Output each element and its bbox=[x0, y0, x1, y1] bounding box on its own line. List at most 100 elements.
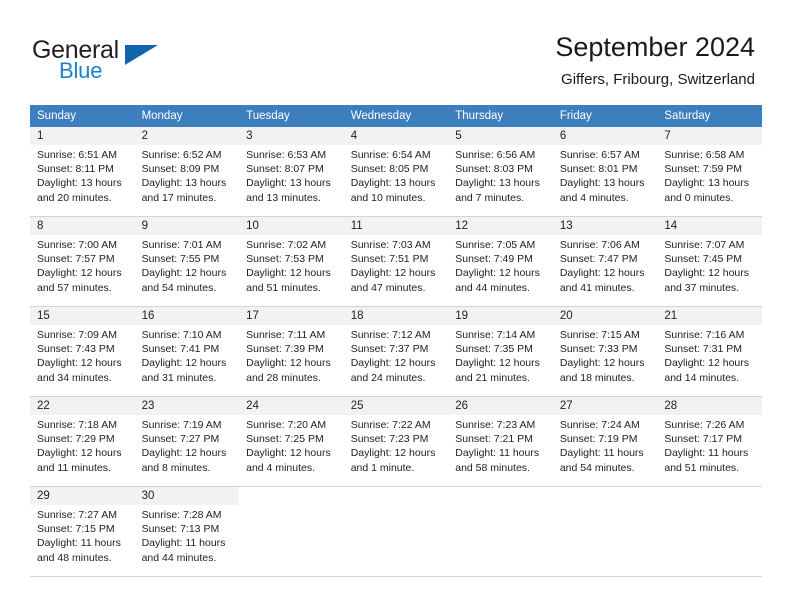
day-number: 2 bbox=[134, 127, 240, 145]
day-details: Sunrise: 7:23 AM Sunset: 7:21 PM Daylight:… bbox=[448, 415, 553, 475]
sunrise-text: Sunrise: 7:18 AM bbox=[37, 419, 117, 431]
calendar-day-cell[interactable]: 24 Sunrise: 7:20 AM Sunset: 7:25 PM Dayligh… bbox=[239, 396, 344, 487]
day-number bbox=[448, 487, 553, 505]
sunset-text: Sunset: 7:39 PM bbox=[246, 343, 324, 356]
daylight-text-line2: and 54 minutes. bbox=[141, 281, 217, 294]
day-details: Sunrise: 7:15 AM Sunset: 7:33 PM Daylight:… bbox=[553, 325, 658, 385]
calendar-day-cell[interactable]: 6 Sunrise: 6:57 AM Sunset: 8:01 PM Daylight… bbox=[552, 127, 658, 217]
calendar-day-cell[interactable]: 12 Sunrise: 7:05 AM Sunset: 7:49 PM Dayligh… bbox=[448, 216, 553, 307]
sunset-text: Sunset: 7:15 PM bbox=[37, 523, 115, 536]
weekday-header-wednesday: Wednesday bbox=[343, 105, 449, 127]
calendar-day-cell[interactable]: 7 Sunrise: 6:58 AM Sunset: 7:59 PM Daylight… bbox=[657, 127, 762, 217]
calendar-day-cell[interactable]: 11 Sunrise: 7:03 AM Sunset: 7:51 PM Dayligh… bbox=[343, 216, 449, 307]
day-number: 25 bbox=[343, 397, 449, 415]
sunrise-text: Sunrise: 6:54 AM bbox=[350, 149, 431, 161]
day-details: Sunrise: 7:00 AM Sunset: 7:57 PM Daylight:… bbox=[30, 235, 135, 295]
sunset-text: Sunset: 8:01 PM bbox=[559, 163, 638, 176]
day-number: 22 bbox=[30, 397, 135, 415]
daylight-text-line2: and 58 minutes. bbox=[455, 461, 530, 474]
calendar-day-cell[interactable]: 25 Sunrise: 7:22 AM Sunset: 7:23 PM Dayligh… bbox=[343, 396, 449, 487]
sunset-text: Sunset: 7:37 PM bbox=[350, 343, 429, 356]
daylight-text-line1: Daylight: 12 hours bbox=[350, 267, 436, 280]
calendar-day-cell[interactable]: 2 Sunrise: 6:52 AM Sunset: 8:09 PM Daylight… bbox=[134, 127, 240, 217]
calendar-day-cell[interactable]: 30 Sunrise: 7:28 AM Sunset: 7:13 PM Dayligh… bbox=[134, 486, 240, 577]
calendar-day-cell[interactable]: 23 Sunrise: 7:19 AM Sunset: 7:27 PM Dayligh… bbox=[134, 396, 240, 487]
sunrise-text: Sunrise: 6:57 AM bbox=[559, 149, 640, 161]
sunset-text: Sunset: 7:47 PM bbox=[559, 253, 638, 266]
daylight-text-line1: Daylight: 12 hours bbox=[664, 267, 750, 280]
calendar-day-cell[interactable]: 13 Sunrise: 7:06 AM Sunset: 7:47 PM Dayligh… bbox=[552, 216, 658, 307]
calendar-day-cell[interactable]: 10 Sunrise: 7:02 AM Sunset: 7:53 PM Dayligh… bbox=[239, 216, 344, 307]
calendar-day-cell[interactable]: 9 Sunrise: 7:01 AM Sunset: 7:55 PM Daylight… bbox=[134, 216, 240, 307]
daylight-text-line2: and 4 minutes. bbox=[559, 191, 629, 204]
daylight-text-line1: Daylight: 12 hours bbox=[141, 267, 227, 280]
title-block: September 2024 Giffers, Fribourg, Switze… bbox=[555, 30, 755, 89]
day-number: 6 bbox=[552, 127, 658, 145]
calendar-day-cell[interactable]: 1 Sunrise: 6:51 AM Sunset: 8:11 PM Daylight… bbox=[30, 127, 135, 217]
daylight-text-line2: and 24 minutes. bbox=[350, 371, 426, 384]
daylight-text-line2: and 10 minutes. bbox=[350, 191, 426, 204]
calendar-day-cell[interactable]: 22 Sunrise: 7:18 AM Sunset: 7:29 PM Dayligh… bbox=[30, 396, 135, 487]
sunset-text: Sunset: 7:35 PM bbox=[455, 343, 533, 356]
generalblue-logo[interactable]: General Blue bbox=[32, 36, 212, 88]
daylight-text-line2: and 13 minutes. bbox=[246, 191, 321, 204]
day-details: Sunrise: 7:24 AM Sunset: 7:19 PM Daylight:… bbox=[553, 415, 658, 475]
calendar-day-cell[interactable]: 3 Sunrise: 6:53 AM Sunset: 8:07 PM Daylight… bbox=[239, 127, 344, 217]
calendar-day-cell[interactable]: 16 Sunrise: 7:10 AM Sunset: 7:41 PM Dayligh… bbox=[134, 306, 240, 397]
calendar-day-cell[interactable]: 4 Sunrise: 6:54 AM Sunset: 8:05 PM Daylight… bbox=[343, 127, 449, 217]
daylight-text-line1: Daylight: 11 hours bbox=[37, 537, 121, 550]
calendar-day-cell[interactable]: 27 Sunrise: 7:24 AM Sunset: 7:19 PM Dayligh… bbox=[552, 396, 658, 487]
sunrise-text: Sunrise: 7:00 AM bbox=[37, 239, 117, 251]
calendar-table: Sunday Monday Tuesday Wednesday Thursday… bbox=[30, 105, 762, 577]
sunset-text: Sunset: 7:23 PM bbox=[350, 433, 429, 446]
calendar-day-cell[interactable]: 26 Sunrise: 7:23 AM Sunset: 7:21 PM Dayligh… bbox=[448, 396, 553, 487]
daylight-text-line2: and 34 minutes. bbox=[37, 371, 112, 384]
page-subtitle: Giffers, Fribourg, Switzerland bbox=[561, 71, 755, 88]
calendar-day-cell-empty bbox=[657, 486, 762, 577]
day-details: Sunrise: 6:58 AM Sunset: 7:59 PM Daylight:… bbox=[657, 145, 762, 205]
sunrise-text: Sunrise: 7:02 AM bbox=[246, 239, 327, 251]
day-number: 7 bbox=[657, 127, 762, 145]
day-details: Sunrise: 6:52 AM Sunset: 8:09 PM Daylight:… bbox=[135, 145, 240, 205]
sunset-text: Sunset: 8:03 PM bbox=[455, 163, 533, 176]
daylight-text-line2: and 31 minutes. bbox=[141, 371, 217, 384]
day-number: 18 bbox=[343, 307, 449, 325]
calendar-day-cell[interactable]: 28 Sunrise: 7:26 AM Sunset: 7:17 PM Dayligh… bbox=[657, 396, 762, 487]
calendar-day-cell[interactable]: 18 Sunrise: 7:12 AM Sunset: 7:37 PM Dayligh… bbox=[343, 306, 449, 397]
sunset-text: Sunset: 7:55 PM bbox=[141, 253, 220, 266]
day-number: 9 bbox=[134, 217, 240, 235]
sunset-text: Sunset: 7:43 PM bbox=[37, 343, 115, 356]
calendar-day-cell[interactable]: 20 Sunrise: 7:15 AM Sunset: 7:33 PM Dayligh… bbox=[552, 306, 658, 397]
daylight-text-line1: Daylight: 11 hours bbox=[141, 537, 226, 550]
sunrise-text: Sunrise: 6:53 AM bbox=[246, 149, 327, 161]
daylight-text-line2: and 8 minutes. bbox=[141, 461, 211, 474]
sunrise-text: Sunrise: 6:58 AM bbox=[664, 149, 745, 161]
calendar-day-cell[interactable]: 19 Sunrise: 7:14 AM Sunset: 7:35 PM Dayligh… bbox=[448, 306, 553, 397]
calendar-week-row: 29 Sunrise: 7:27 AM Sunset: 7:15 PM Dayligh… bbox=[30, 486, 762, 577]
calendar-day-cell[interactable]: 29 Sunrise: 7:27 AM Sunset: 7:15 PM Dayligh… bbox=[30, 486, 135, 577]
day-number: 26 bbox=[448, 397, 553, 415]
daylight-text-line2: and 20 minutes. bbox=[37, 191, 112, 204]
calendar-day-cell[interactable]: 17 Sunrise: 7:11 AM Sunset: 7:39 PM Dayligh… bbox=[239, 306, 344, 397]
daylight-text-line1: Daylight: 12 hours bbox=[141, 357, 227, 370]
day-details: Sunrise: 6:54 AM Sunset: 8:05 PM Daylight:… bbox=[344, 145, 449, 205]
day-details: Sunrise: 7:28 AM Sunset: 7:13 PM Daylight:… bbox=[135, 505, 240, 565]
calendar-day-cell[interactable]: 21 Sunrise: 7:16 AM Sunset: 7:31 PM Dayligh… bbox=[657, 306, 762, 397]
calendar-body: 1 Sunrise: 6:51 AM Sunset: 8:11 PM Daylight… bbox=[30, 127, 762, 577]
daylight-text-line1: Daylight: 12 hours bbox=[350, 447, 436, 460]
daylight-text-line2: and 44 minutes. bbox=[141, 551, 217, 564]
daylight-text-line1: Daylight: 12 hours bbox=[37, 357, 122, 370]
daylight-text-line2: and 0 minutes. bbox=[664, 191, 734, 204]
daylight-text-line1: Daylight: 12 hours bbox=[246, 357, 331, 370]
calendar-day-cell[interactable]: 15 Sunrise: 7:09 AM Sunset: 7:43 PM Dayligh… bbox=[30, 306, 135, 397]
day-number: 10 bbox=[239, 217, 344, 235]
calendar-day-cell[interactable]: 5 Sunrise: 6:56 AM Sunset: 8:03 PM Daylight… bbox=[448, 127, 553, 217]
calendar-day-cell[interactable]: 8 Sunrise: 7:00 AM Sunset: 7:57 PM Daylight… bbox=[30, 216, 135, 307]
calendar-day-cell[interactable]: 14 Sunrise: 7:07 AM Sunset: 7:45 PM Dayligh… bbox=[657, 216, 762, 307]
sunset-text: Sunset: 7:33 PM bbox=[559, 343, 638, 356]
day-details: Sunrise: 7:26 AM Sunset: 7:17 PM Daylight:… bbox=[657, 415, 762, 475]
sunset-text: Sunset: 7:45 PM bbox=[664, 253, 743, 266]
day-number: 19 bbox=[448, 307, 553, 325]
daylight-text-line2: and 51 minutes. bbox=[246, 281, 321, 294]
daylight-text-line2: and 48 minutes. bbox=[37, 551, 112, 564]
